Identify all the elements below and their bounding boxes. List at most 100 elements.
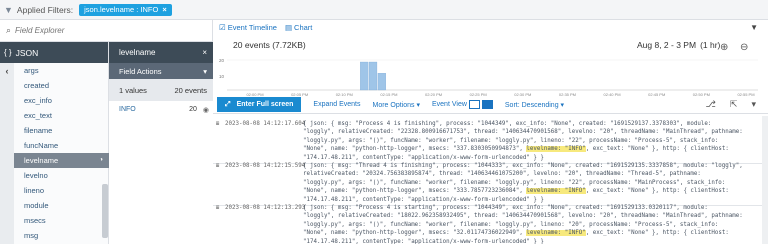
event-line: "loggly", relativeCreated: "18022.962358…	[303, 213, 743, 220]
field-item-exc-text[interactable]: exc_text	[14, 108, 109, 123]
field-item-lineno[interactable]: lineno	[14, 183, 109, 198]
event-row[interactable]: ⊞ 2023-08-08 14:12:15.594{ json: { msg: "…	[213, 162, 768, 204]
field-item-label: levelno	[24, 171, 48, 180]
expand-event-icon[interactable]: ⊞	[216, 204, 220, 212]
active-indicator-icon: ◑	[99, 157, 103, 163]
field-item-msecs[interactable]: msecs	[14, 213, 109, 228]
field-list-scrollbar[interactable]	[102, 184, 108, 238]
search-highlight: levelname: "INFO"	[526, 188, 586, 195]
grid-view-button[interactable]	[481, 100, 493, 109]
event-line: "174.17.48.211", contentType: "applicati…	[303, 196, 544, 203]
event-line: "None", name: "python-http-logger", msec…	[303, 230, 729, 237]
filter-icon: ▼	[4, 4, 13, 15]
field-item-label: module	[24, 201, 49, 210]
field-item-module[interactable]: module	[14, 198, 109, 213]
zoom-in-icon[interactable]: ⊕	[720, 42, 728, 53]
field-values-header: levelname ×	[109, 42, 213, 63]
expand-event-icon[interactable]: ⊞	[216, 162, 220, 170]
event-line: "174.17.48.211", contentType: "applicati…	[303, 238, 544, 244]
field-item-levelname[interactable]: levelname ◑	[14, 153, 109, 168]
events-count: 20 events	[174, 85, 207, 95]
field-item-filename[interactable]: filename	[14, 123, 109, 138]
event-line: { json: { msg: "Process 4 is starting", …	[303, 205, 708, 211]
chevron-down-icon: ▾	[203, 66, 207, 76]
tab-chart-label: Chart	[294, 22, 313, 32]
event-line: "None", name: "python-http-logger", msec…	[303, 188, 729, 195]
event-line: "loggly", relativeCreated: "22328.800916…	[303, 129, 743, 136]
field-item-label: lineno	[24, 186, 45, 195]
enter-full-screen-button[interactable]: ⤢ Enter Full screen	[217, 97, 302, 112]
event-row[interactable]: ⊞ 2023-08-08 14:12:13.293{ json: { msg: "…	[213, 204, 768, 244]
tab-chart[interactable]: ▤ Chart	[285, 23, 312, 32]
field-values-counts: 1 values 20 events	[109, 79, 213, 101]
enter-full-screen-label: Enter Full screen	[236, 101, 294, 108]
time-range: Aug 8, 2 - 3 PM (1 hr)	[637, 40, 720, 50]
search-highlight: levelname: "INFO"	[526, 230, 586, 237]
histogram-bar	[368, 61, 378, 91]
events-summary: 20 events (7.72KB)	[233, 40, 306, 50]
share-icon[interactable]: ⎇	[706, 99, 716, 110]
eye-icon[interactable]: ◉	[203, 106, 209, 114]
settings-dropdown-icon[interactable]: ▾	[751, 99, 756, 110]
event-list-scrollbar[interactable]	[762, 116, 768, 244]
event-line: "None", name: "python-http-logger", msec…	[303, 146, 729, 153]
chevron-down-icon: ▾	[560, 101, 565, 109]
filter-chip[interactable]: json.levelname : INFO ×	[79, 3, 172, 16]
event-timestamp: 2023-08-08 14:12:15.594	[225, 163, 306, 169]
event-line: { json: { msg: "Process 4 is finishing",…	[303, 121, 712, 127]
events-toolbar: ⤢ Enter Full screen Expand Events More O…	[213, 96, 768, 114]
field-item-label: msg	[24, 231, 39, 240]
field-explorer-input[interactable]	[15, 26, 196, 35]
event-line: "loggly.py", args: "()", funcName: "work…	[303, 137, 719, 144]
event-body: { json: { msg: "Process 4 is starting", …	[303, 204, 761, 244]
export-icon[interactable]: ⇱	[730, 99, 738, 110]
toolbar-icons: ⎇ ⇱ ▾	[706, 99, 756, 110]
event-line: "174.17.48.211", contentType: "applicati…	[303, 154, 544, 161]
field-item-label: exc_info	[24, 96, 52, 105]
tab-event-timeline[interactable]: ☑ Event Timeline	[219, 23, 277, 32]
more-options-label: More Options	[372, 101, 415, 109]
event-line: { json: { msg: "Thread 4 is finishing", …	[303, 163, 743, 169]
search-highlight: levelname: "INFO"	[526, 146, 586, 153]
zoom-out-icon[interactable]: ⊖	[740, 42, 748, 53]
field-actions-dropdown[interactable]: Field Actions ▾	[109, 63, 213, 79]
expand-events-link[interactable]: Expand Events	[313, 101, 360, 108]
remove-filter-icon[interactable]: ×	[162, 5, 166, 14]
chart-icon: ▤	[284, 22, 293, 32]
histogram-bar	[360, 61, 369, 91]
filter-chip-label: json.levelname : INFO	[84, 5, 159, 14]
event-list: ⊞ 2023-08-08 14:12:17.604{ json: { msg: "…	[213, 116, 768, 244]
collapse-panel-button[interactable]: ‹	[0, 63, 14, 244]
field-item-msg[interactable]: msg	[14, 228, 109, 243]
field-item-levelno[interactable]: levelno	[14, 168, 109, 183]
event-body: { json: { msg: "Process 4 is finishing",…	[303, 120, 761, 162]
field-value-row[interactable]: INFO 20 ◉	[109, 101, 213, 118]
field-item-exc-info[interactable]: exc_info	[14, 93, 109, 108]
sort-dropdown[interactable]: Sort: Descending ▾	[505, 101, 564, 109]
event-view-toggle: Event View	[432, 100, 493, 109]
panel-menu-icon[interactable]: ▼	[750, 23, 758, 32]
event-row[interactable]: ⊞ 2023-08-08 14:12:17.604{ json: { msg: "…	[213, 120, 768, 162]
expand-event-icon[interactable]: ⊞	[216, 120, 220, 128]
field-item-funcname[interactable]: funcName	[14, 138, 109, 153]
search-icon: ⌕	[6, 25, 12, 35]
json-header-label: JSON	[15, 47, 39, 58]
field-list-pane: { } JSON ‹ args created exc_info exc_text fi…	[0, 42, 109, 244]
json-header[interactable]: { } JSON	[0, 42, 108, 63]
event-line: relativeCreated: "20324.756383895874", t…	[303, 171, 701, 178]
applied-filters-bar: ▼ Applied Filters: json.levelname : INFO…	[0, 0, 768, 20]
histogram-svg[interactable]: 201002:00 PM 02:05 PM 02:10 PM 02:15 PM 02:2…	[213, 56, 768, 98]
event-line: "loggly.py", args: "()", funcName: "work…	[303, 179, 726, 186]
list-view-button[interactable]	[468, 100, 480, 109]
field-values-title: levelname	[119, 48, 156, 57]
field-item-args[interactable]: args	[14, 63, 109, 78]
field-actions-label: Field Actions	[119, 66, 162, 76]
close-icon[interactable]: ×	[202, 48, 207, 57]
more-options-dropdown[interactable]: More Options ▾	[373, 101, 421, 109]
chevron-left-icon: ‹	[5, 66, 9, 76]
field-list: args created exc_info exc_text filename funcN…	[14, 63, 109, 243]
field-item-created[interactable]: created	[14, 78, 109, 93]
field-item-label: created	[24, 81, 50, 90]
histogram-ytick: 20	[219, 58, 225, 63]
field-explorer-panel: ⌕ { } JSON ‹ args created exc_info exc_text…	[0, 20, 213, 244]
